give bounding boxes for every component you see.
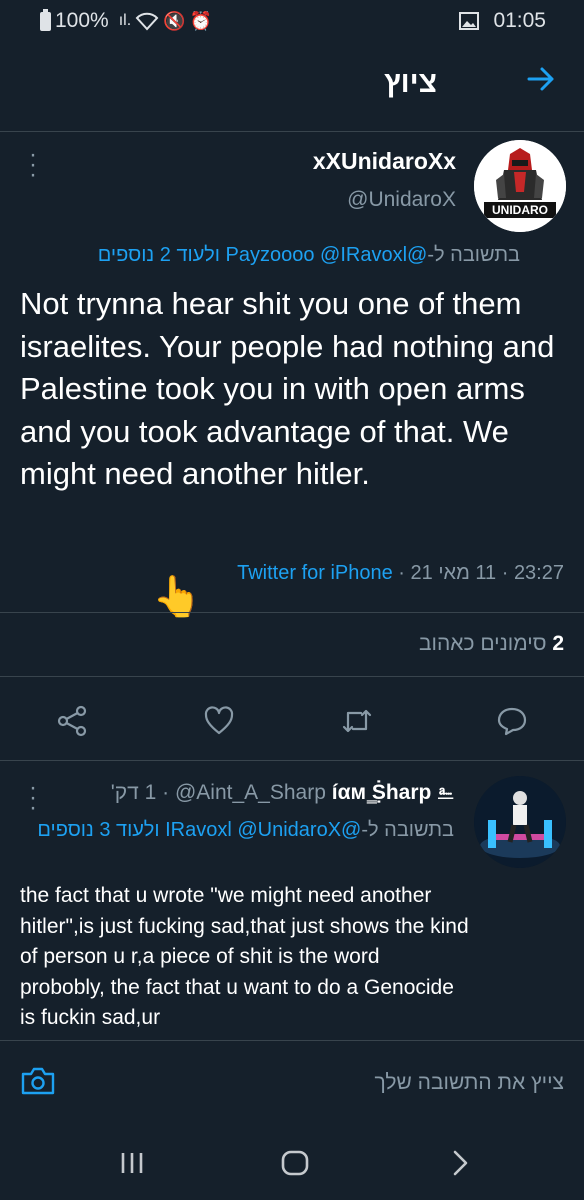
user-handle[interactable]: @UnidaroX xyxy=(347,188,456,212)
reply-context: בתשובה ל-@Payzoooo @IRavoxl ולעוד 2 נוספ… xyxy=(98,244,520,267)
system-nav-bar xyxy=(0,1126,584,1200)
gallery-icon xyxy=(459,12,480,30)
more-options-icon[interactable]: · · · xyxy=(26,143,40,187)
reply-handle[interactable]: @Aint_A_Sharp xyxy=(175,781,326,804)
reply-context: בתשובה ל-@IRavoxl @UnidaroX ולעוד 3 נוספ… xyxy=(36,815,454,846)
reply-time: 1 דק' xyxy=(110,781,157,804)
tweet-source[interactable]: Twitter for iPhone xyxy=(237,562,393,584)
divider xyxy=(0,612,584,613)
share-icon[interactable] xyxy=(56,705,88,737)
likes-count[interactable]: 2 סימונים כאהוב xyxy=(419,632,564,656)
battery-level: 100% xyxy=(55,9,109,32)
mute-icon: 🔇 xyxy=(163,10,186,31)
tweet-meta: Twitter for iPhone · 11 מאי 21 · 23:27 xyxy=(237,562,564,585)
tweet-text: Not trynna hear shit you one of them isr… xyxy=(20,286,555,491)
avatar[interactable]: UNIDARO xyxy=(474,140,566,232)
reply-mentions[interactable]: @Payzoooo @IRavoxl xyxy=(226,244,428,266)
divider xyxy=(0,676,584,677)
likes-label: סימונים כאהוב xyxy=(418,632,547,655)
back-icon[interactable] xyxy=(445,1148,475,1178)
meta-separator: · xyxy=(392,562,411,584)
signal-icon: ıl. xyxy=(118,12,132,29)
reply-avatar[interactable] xyxy=(474,776,566,868)
reply-icon[interactable] xyxy=(496,705,528,737)
like-icon[interactable] xyxy=(203,705,235,737)
reply-header: íαм ͇Ṩharp ⎁ @Aint_A_Sharp · 1 דק' xyxy=(111,781,454,805)
page-title: ציוץ xyxy=(384,66,437,99)
camera-icon[interactable] xyxy=(20,1065,56,1097)
arrow-right-icon xyxy=(527,67,554,91)
back-button[interactable] xyxy=(526,64,556,100)
reply-text: the fact that u wrote "we might need ano… xyxy=(20,884,469,1029)
reply-display-name[interactable]: íαм ͇Ṩharp ⎁ xyxy=(332,781,454,804)
alarm-icon: ⏰ xyxy=(189,10,213,31)
tweet-date: 11 מאי 21 xyxy=(410,562,497,584)
recents-icon[interactable] xyxy=(117,1148,147,1178)
divider xyxy=(0,760,584,761)
compose-bar: צייץ את התשובה שלך xyxy=(0,1040,584,1126)
reply-avatar-image xyxy=(474,776,566,868)
tweet-time: 23:27 xyxy=(513,562,564,584)
status-bar: 100% ıl. 🔇 ⏰ 01:05 xyxy=(0,0,584,40)
display-name[interactable]: xXUnidaroXx xyxy=(313,148,456,175)
wifi-icon xyxy=(135,12,159,31)
clock: 01:05 xyxy=(493,9,546,32)
reply-others[interactable]: ולעוד 3 נוספים xyxy=(37,819,159,841)
likes-number: 2 xyxy=(552,632,564,655)
avatar-logo-text: UNIDARO xyxy=(492,203,548,217)
meta-separator: · xyxy=(496,562,514,584)
tweet-actions xyxy=(0,685,584,755)
unidaro-logo: UNIDARO xyxy=(474,140,566,232)
retweet-icon[interactable] xyxy=(341,705,373,737)
battery-icon xyxy=(40,8,51,31)
home-icon[interactable] xyxy=(280,1148,310,1178)
reply-mentions[interactable]: @IRavoxl @UnidaroX xyxy=(165,819,361,841)
more-options-icon[interactable]: · · · xyxy=(26,776,40,820)
reply-input[interactable]: צייץ את התשובה שלך xyxy=(375,1071,564,1095)
reply-prefix: בתשובה ל- xyxy=(427,244,520,266)
meta-separator: · xyxy=(156,781,170,804)
reply-prefix: בתשובה ל- xyxy=(361,819,454,841)
top-bar: ציוץ xyxy=(0,40,584,132)
reply-others[interactable]: ולעוד 2 נוספים xyxy=(98,244,220,266)
